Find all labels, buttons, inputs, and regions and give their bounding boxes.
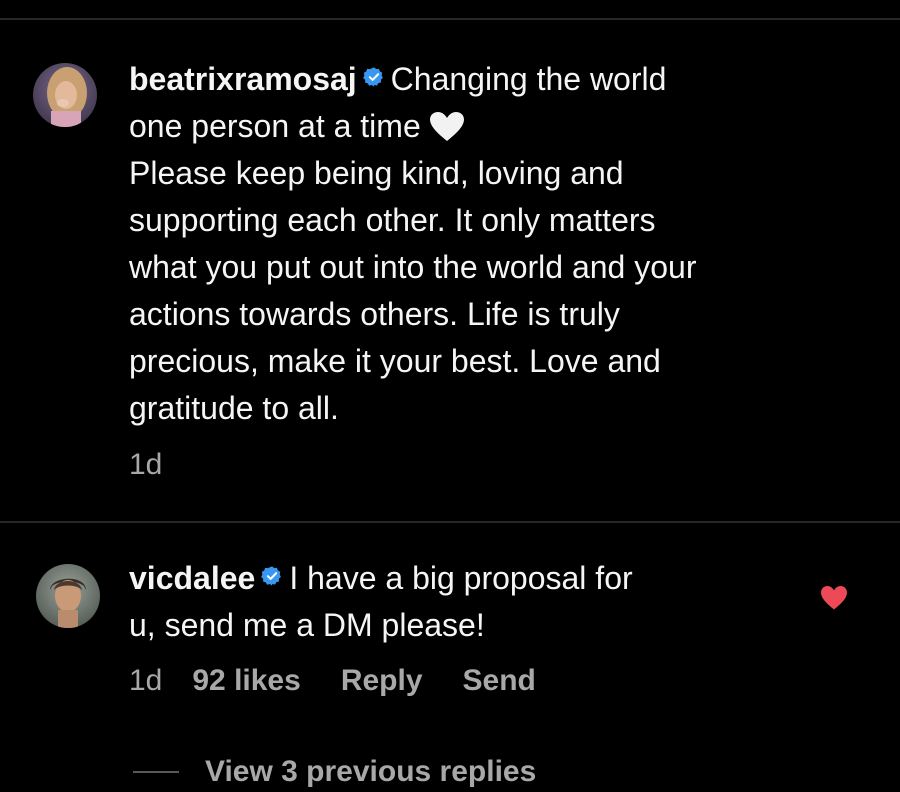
comment-divider xyxy=(0,521,900,523)
verified-badge-icon xyxy=(362,66,385,88)
likes-count-link[interactable]: 92 likes xyxy=(192,664,300,698)
view-replies-label: View 3 previous replies xyxy=(205,755,537,788)
white-heart-emoji-icon xyxy=(429,111,465,143)
comment-text-line-8: gratitude to all. xyxy=(129,390,339,426)
send-button[interactable]: Send xyxy=(463,664,536,698)
comment-text-line-5: what you put out into the world and your xyxy=(129,249,697,285)
comment-first-line: vicdalee I have a big proposal for xyxy=(129,555,789,602)
comment-meta-beatrixramosaj: 1d xyxy=(129,448,202,482)
username-beatrixramosaj[interactable]: beatrixramosaj xyxy=(129,61,357,97)
avatar-beatrixramosaj[interactable] xyxy=(33,63,97,127)
comment-vicdalee: vicdalee I have a big proposal for u, sen… xyxy=(129,555,789,649)
comment-text-line-2: one person at a time xyxy=(129,103,869,150)
comment-meta-vicdalee: 1d 92 likes Reply Send xyxy=(129,664,576,698)
verified-badge-icon xyxy=(261,565,283,587)
replies-dash-divider xyxy=(133,771,179,773)
username-vicdalee[interactable]: vicdalee xyxy=(129,560,255,596)
timestamp: 1d xyxy=(129,664,163,697)
comment-text-line-3: Please keep being kind, loving and xyxy=(129,155,624,191)
comment-beatrixramosaj: beatrixramosaj Changing the world one per… xyxy=(129,56,869,432)
comment-text-line: Changing the world xyxy=(390,61,667,97)
comment-text-line: I have a big proposal for xyxy=(289,560,633,596)
comment-text-line-2: u, send me a DM please! xyxy=(129,607,485,643)
avatar-vicdalee[interactable] xyxy=(36,564,100,628)
top-divider xyxy=(0,18,900,20)
comment-text-segment: one person at a time xyxy=(129,108,421,144)
comment-first-line: beatrixramosaj Changing the world xyxy=(129,56,869,103)
comment-text-line-6: actions towards others. Life is truly xyxy=(129,296,620,332)
comment-text-line-7: precious, make it your best. Love and xyxy=(129,343,661,379)
timestamp: 1d xyxy=(129,448,163,481)
profile-photo-man-icon xyxy=(36,564,100,628)
view-previous-replies-button[interactable]: View 3 previous replies xyxy=(133,752,536,792)
comment-text-line-4: supporting each other. It only matters xyxy=(129,202,656,238)
like-heart-icon[interactable] xyxy=(820,585,848,611)
reply-button[interactable]: Reply xyxy=(341,664,423,698)
profile-photo-woman-icon xyxy=(33,63,97,127)
